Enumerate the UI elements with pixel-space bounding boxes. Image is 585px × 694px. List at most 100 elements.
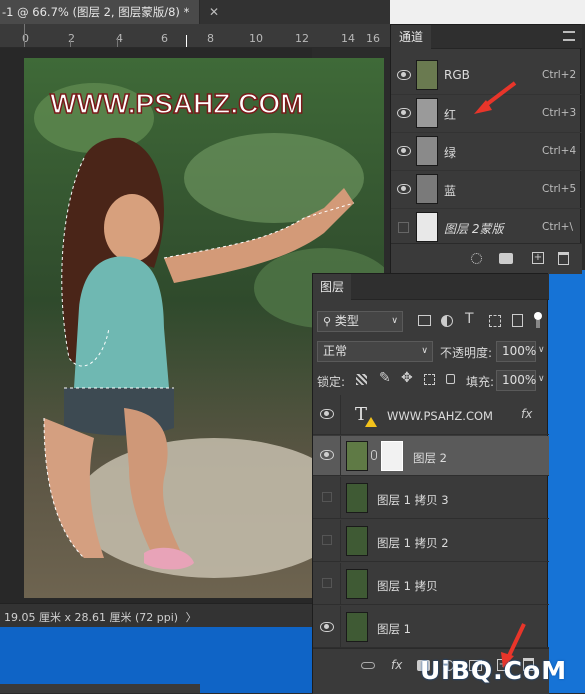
- visibility-eye-icon[interactable]: [320, 622, 334, 632]
- channel-thumbnail: [416, 174, 438, 204]
- channel-name: 绿: [444, 146, 457, 160]
- ruler-label: 8: [207, 32, 214, 45]
- layer-row[interactable]: 图层 1 拷贝 3: [313, 477, 549, 519]
- horizontal-ruler: 0 2 4 6 8 10 12 14 16 18: [0, 24, 392, 48]
- warning-icon: [365, 417, 377, 427]
- ruler-label: 16: [366, 32, 380, 45]
- dropdown-chevron-icon[interactable]: ∨: [538, 345, 545, 355]
- layer-visibility-cell[interactable]: [313, 436, 341, 475]
- layer-visibility-cell[interactable]: [313, 395, 341, 434]
- visibility-toggle-off[interactable]: [398, 222, 409, 233]
- channel-row-layer-mask[interactable]: 图层 2蒙版 Ctrl+\: [391, 209, 582, 247]
- ruler-label: 12: [295, 32, 309, 45]
- site-watermark: UiBQ.CoM: [420, 656, 568, 685]
- channels-panel-footer: +: [391, 243, 582, 274]
- layer-thumbnail: [346, 441, 368, 471]
- channel-name: 红: [444, 108, 457, 122]
- lock-icon[interactable]: [446, 374, 455, 384]
- taskbar-strip: [0, 684, 200, 693]
- filter-pixel-icon[interactable]: [418, 315, 431, 326]
- dropdown-chevron-icon[interactable]: ∨: [538, 374, 545, 384]
- ruler-label: 14: [341, 32, 355, 45]
- visibility-toggle-off[interactable]: [322, 492, 332, 502]
- document-tab[interactable]: -1 @ 66.7% (图层 2, 图层蒙版/8) *: [0, 0, 200, 24]
- dropdown-chevron-icon: ∨: [421, 346, 428, 356]
- layer-thumbnail: [346, 612, 368, 642]
- tab-channels[interactable]: 通道: [391, 25, 431, 49]
- channel-shortcut: Ctrl+2: [542, 69, 577, 81]
- visibility-eye-icon[interactable]: [320, 409, 334, 419]
- channel-thumbnail: [416, 212, 438, 242]
- filter-shape-icon[interactable]: [489, 315, 501, 327]
- visibility-eye-icon[interactable]: [397, 108, 411, 118]
- visibility-eye-icon[interactable]: [397, 70, 411, 80]
- layer-visibility-cell[interactable]: [313, 477, 341, 518]
- layer-name: 图层 1 拷贝: [377, 579, 438, 593]
- status-bar: 19.05 厘米 x 28.61 厘米 (72 ppi) 〉: [0, 603, 312, 627]
- channel-shortcut: Ctrl+5: [542, 183, 577, 195]
- visibility-eye-icon[interactable]: [397, 184, 411, 194]
- status-expand-icon[interactable]: 〉: [186, 611, 197, 624]
- filter-type-icon[interactable]: T: [465, 311, 474, 327]
- layer-name: 图层 1 拷贝 3: [377, 493, 449, 507]
- lock-transparency-icon[interactable]: [356, 374, 367, 385]
- channel-thumbnail: [416, 98, 438, 128]
- lock-artboard-icon[interactable]: [424, 374, 435, 385]
- blend-mode-select[interactable]: 正常 ∨: [317, 341, 433, 362]
- filter-toggle-stem: [536, 320, 540, 328]
- blend-mode-value: 正常: [323, 344, 348, 358]
- layer-effects-icon[interactable]: fx: [521, 407, 532, 421]
- load-selection-icon[interactable]: [471, 253, 482, 264]
- channel-shortcut: Ctrl+4: [542, 145, 577, 157]
- trash-icon[interactable]: [558, 252, 569, 265]
- layer-thumbnail: [346, 526, 368, 556]
- channel-name: 蓝: [444, 184, 457, 198]
- filter-kind-select[interactable]: ⚲ 类型 ∨: [317, 311, 403, 332]
- close-document-icon[interactable]: ✕: [206, 4, 222, 20]
- opacity-value: 100%: [502, 344, 537, 358]
- link-icon[interactable]: [371, 450, 377, 460]
- layer-name: 图层 1: [377, 622, 411, 636]
- layer-mask-thumbnail[interactable]: [381, 441, 403, 471]
- layer-row-text[interactable]: T WWW.PSAHZ.COM fx: [313, 395, 549, 435]
- layer-visibility-cell[interactable]: [313, 520, 341, 561]
- channel-shortcut: Ctrl+\: [542, 221, 574, 233]
- channel-row-blue[interactable]: 蓝 Ctrl+5: [391, 171, 582, 209]
- opacity-input[interactable]: 100%: [496, 341, 536, 362]
- link-layers-icon[interactable]: [361, 662, 375, 669]
- channel-thumbnail: [416, 60, 438, 90]
- lock-position-icon[interactable]: ✥: [401, 370, 413, 386]
- layers-panel-header: 图层: [313, 274, 549, 300]
- tab-layers[interactable]: 图层: [313, 274, 351, 300]
- filter-smart-object-icon[interactable]: [512, 314, 523, 327]
- new-channel-icon[interactable]: +: [532, 252, 544, 264]
- layer-row[interactable]: 图层 1 拷贝: [313, 563, 549, 605]
- visibility-eye-icon[interactable]: [320, 450, 334, 460]
- add-style-icon[interactable]: fx: [391, 658, 402, 672]
- panel-menu-icon[interactable]: [563, 31, 575, 41]
- dropdown-chevron-icon: ∨: [391, 316, 398, 326]
- desktop-background-right: [548, 270, 585, 693]
- visibility-toggle-off[interactable]: [322, 578, 332, 588]
- document-size-status: 19.05 厘米 x 28.61 厘米 (72 ppi): [4, 611, 179, 624]
- layer-row[interactable]: 图层 1 拷贝 2: [313, 520, 549, 562]
- visibility-toggle-off[interactable]: [322, 535, 332, 545]
- channel-name: 图层 2蒙版: [444, 222, 504, 236]
- layer-visibility-cell[interactable]: [313, 606, 341, 647]
- opacity-label: 不透明度:: [440, 346, 493, 360]
- layer-thumbnail: [346, 569, 368, 599]
- layer-row-selected[interactable]: 图层 2: [313, 436, 549, 476]
- ruler-cursor-marker: [186, 35, 187, 47]
- window-title-strip: [390, 0, 585, 24]
- save-selection-icon[interactable]: [499, 253, 513, 264]
- layer-name: WWW.PSAHZ.COM: [387, 409, 493, 423]
- layer-name: 图层 1 拷贝 2: [377, 536, 449, 550]
- channel-row-green[interactable]: 绿 Ctrl+4: [391, 133, 582, 171]
- fill-input[interactable]: 100%: [496, 370, 536, 391]
- ruler-tick: [70, 39, 71, 47]
- filter-adjustment-icon[interactable]: [441, 315, 453, 327]
- lock-pixels-icon[interactable]: ✎: [379, 370, 391, 386]
- visibility-eye-icon[interactable]: [397, 146, 411, 156]
- filter-toggle-icon[interactable]: [534, 312, 542, 320]
- layer-visibility-cell[interactable]: [313, 563, 341, 604]
